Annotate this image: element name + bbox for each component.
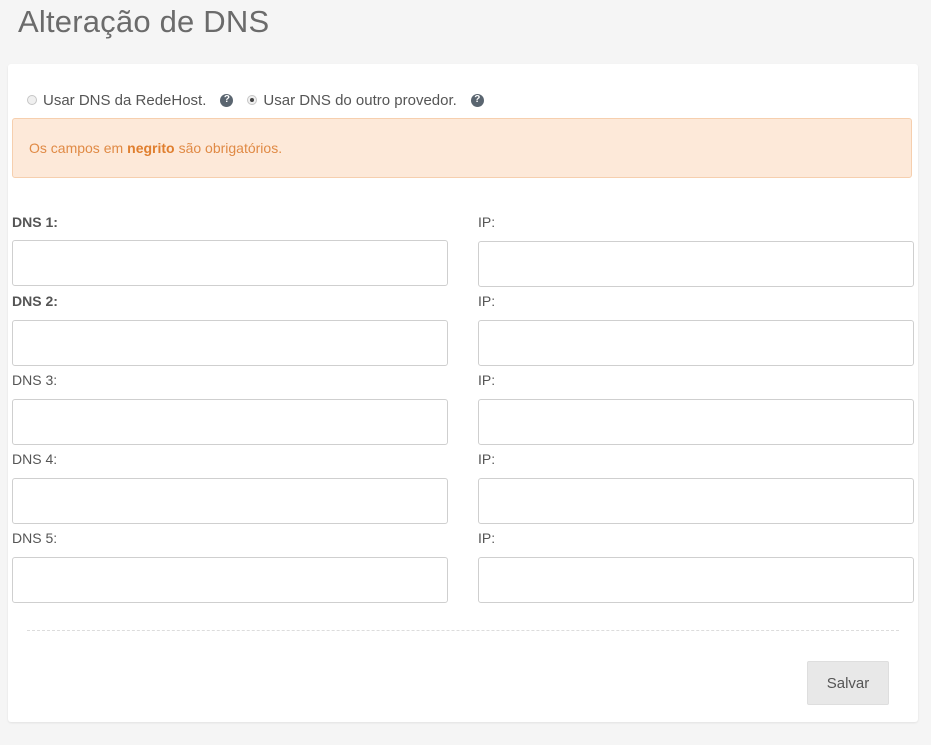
dns-form-card: Usar DNS da RedeHost. ? Usar DNS do outr… <box>8 64 918 722</box>
radio-option-other-provider[interactable]: Usar DNS do outro provedor. <box>247 91 457 109</box>
help-redehost-icon[interactable]: ? <box>220 93 234 107</box>
alert-bold: negrito <box>127 140 175 156</box>
alert-prefix: Os campos em <box>29 140 124 156</box>
dns2-label: DNS 2: <box>12 293 58 309</box>
radio-other-provider-label: Usar DNS do outro provedor. <box>263 91 457 109</box>
dns1-label: DNS 1: <box>12 214 58 230</box>
dns3-input[interactable] <box>12 399 448 445</box>
alert-suffix: são obrigatórios. <box>178 140 283 156</box>
dns2-input[interactable] <box>12 320 448 366</box>
ip3-input[interactable] <box>478 399 914 445</box>
dns-mode-radio-group: Usar DNS da RedeHost. ? Usar DNS do outr… <box>27 90 498 110</box>
ip4-input[interactable] <box>478 478 914 524</box>
ip5-label: IP: <box>478 530 496 546</box>
help-other-provider-icon[interactable]: ? <box>470 93 484 107</box>
required-fields-alert: Os campos em negrito são obrigatórios. <box>12 118 912 178</box>
dns3-label: DNS 3: <box>12 372 58 388</box>
ip2-label: IP: <box>478 293 496 309</box>
ip3-label: IP: <box>478 372 496 388</box>
ip1-input[interactable] <box>478 241 914 287</box>
ip2-input[interactable] <box>478 320 914 366</box>
radio-redehost[interactable] <box>27 95 37 105</box>
ip4-label: IP: <box>478 451 496 467</box>
radio-option-redehost[interactable]: Usar DNS da RedeHost. <box>27 92 206 109</box>
dns5-input[interactable] <box>12 557 448 603</box>
ip5-input[interactable] <box>478 557 914 603</box>
form-divider <box>27 630 899 631</box>
ip1-label: IP: <box>478 214 496 230</box>
dns4-input[interactable] <box>12 478 448 524</box>
save-button[interactable]: Salvar <box>807 661 889 705</box>
page-title: Alteração de DNS <box>18 4 270 39</box>
radio-other-provider[interactable] <box>247 95 258 105</box>
dns5-label: DNS 5: <box>12 530 58 546</box>
radio-redehost-label: Usar DNS da RedeHost. <box>43 91 207 109</box>
dns1-input[interactable] <box>12 240 448 286</box>
dns4-label: DNS 4: <box>12 451 58 467</box>
